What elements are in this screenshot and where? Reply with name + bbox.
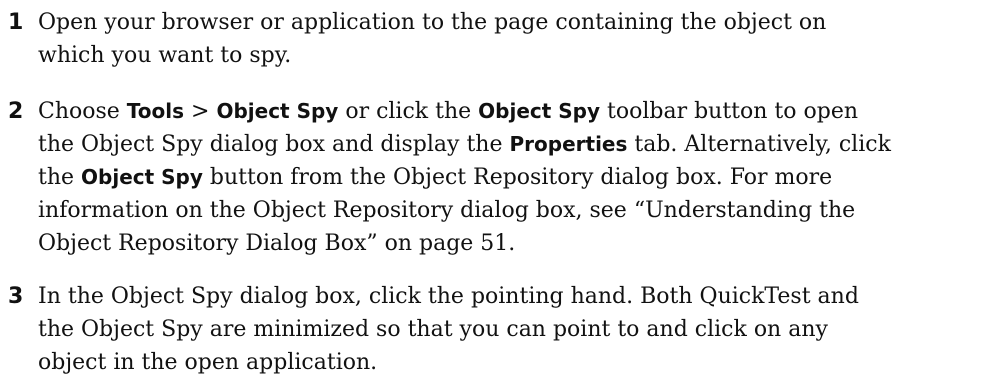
- text-run: toolbar button to open: [600, 99, 859, 124]
- text-run: >: [184, 99, 217, 124]
- bold-term: Tools: [126, 99, 185, 123]
- text-run: In the Object Spy dialog box, click the …: [38, 284, 859, 309]
- text-line: the Object Spy dialog box and display th…: [38, 128, 968, 161]
- text-line: which you want to spy.: [38, 39, 968, 72]
- text-run: information on the Object Repository dia…: [38, 198, 856, 223]
- text-run: button from the Object Repository dialog…: [202, 165, 833, 190]
- text-run: the Object Spy are minimized so that you…: [38, 317, 828, 342]
- step-number: 3: [8, 284, 24, 309]
- step-number: 2: [8, 99, 24, 124]
- text-line: the Object Spy button from the Object Re…: [38, 161, 968, 194]
- text-line: object in the open application.: [38, 346, 968, 379]
- text-run: Open your browser or application to the …: [38, 10, 827, 35]
- text-run: tab. Alternatively, click: [627, 132, 891, 157]
- text-line: information on the Object Repository dia…: [38, 194, 968, 227]
- step-number: 1: [8, 10, 24, 35]
- step-text: Open your browser or application to the …: [38, 6, 968, 72]
- bold-term: Object Spy: [81, 165, 203, 189]
- bold-term: Object Spy: [216, 99, 339, 123]
- text-run: the: [38, 165, 82, 190]
- text-line: Choose Tools > Object Spy or click the O…: [38, 95, 968, 128]
- text-run: the Object Spy dialog box and display th…: [38, 132, 510, 157]
- step-text: In the Object Spy dialog box, click the …: [38, 280, 968, 379]
- text-run: Choose: [38, 99, 127, 124]
- text-run: which you want to spy.: [38, 43, 292, 68]
- step-text: Choose Tools > Object Spy or click the O…: [38, 95, 968, 260]
- text-line: Open your browser or application to the …: [38, 6, 968, 39]
- text-line: the Object Spy are minimized so that you…: [38, 313, 968, 346]
- text-run: object in the open application.: [38, 350, 378, 375]
- text-run: or click the: [338, 99, 479, 124]
- text-run: Object Repository Dialog Box” on page 51…: [38, 231, 516, 256]
- bold-term: Properties: [509, 132, 628, 156]
- text-line: In the Object Spy dialog box, click the …: [38, 280, 968, 313]
- text-line: Object Repository Dialog Box” on page 51…: [38, 227, 968, 260]
- bold-term: Object Spy: [478, 99, 601, 123]
